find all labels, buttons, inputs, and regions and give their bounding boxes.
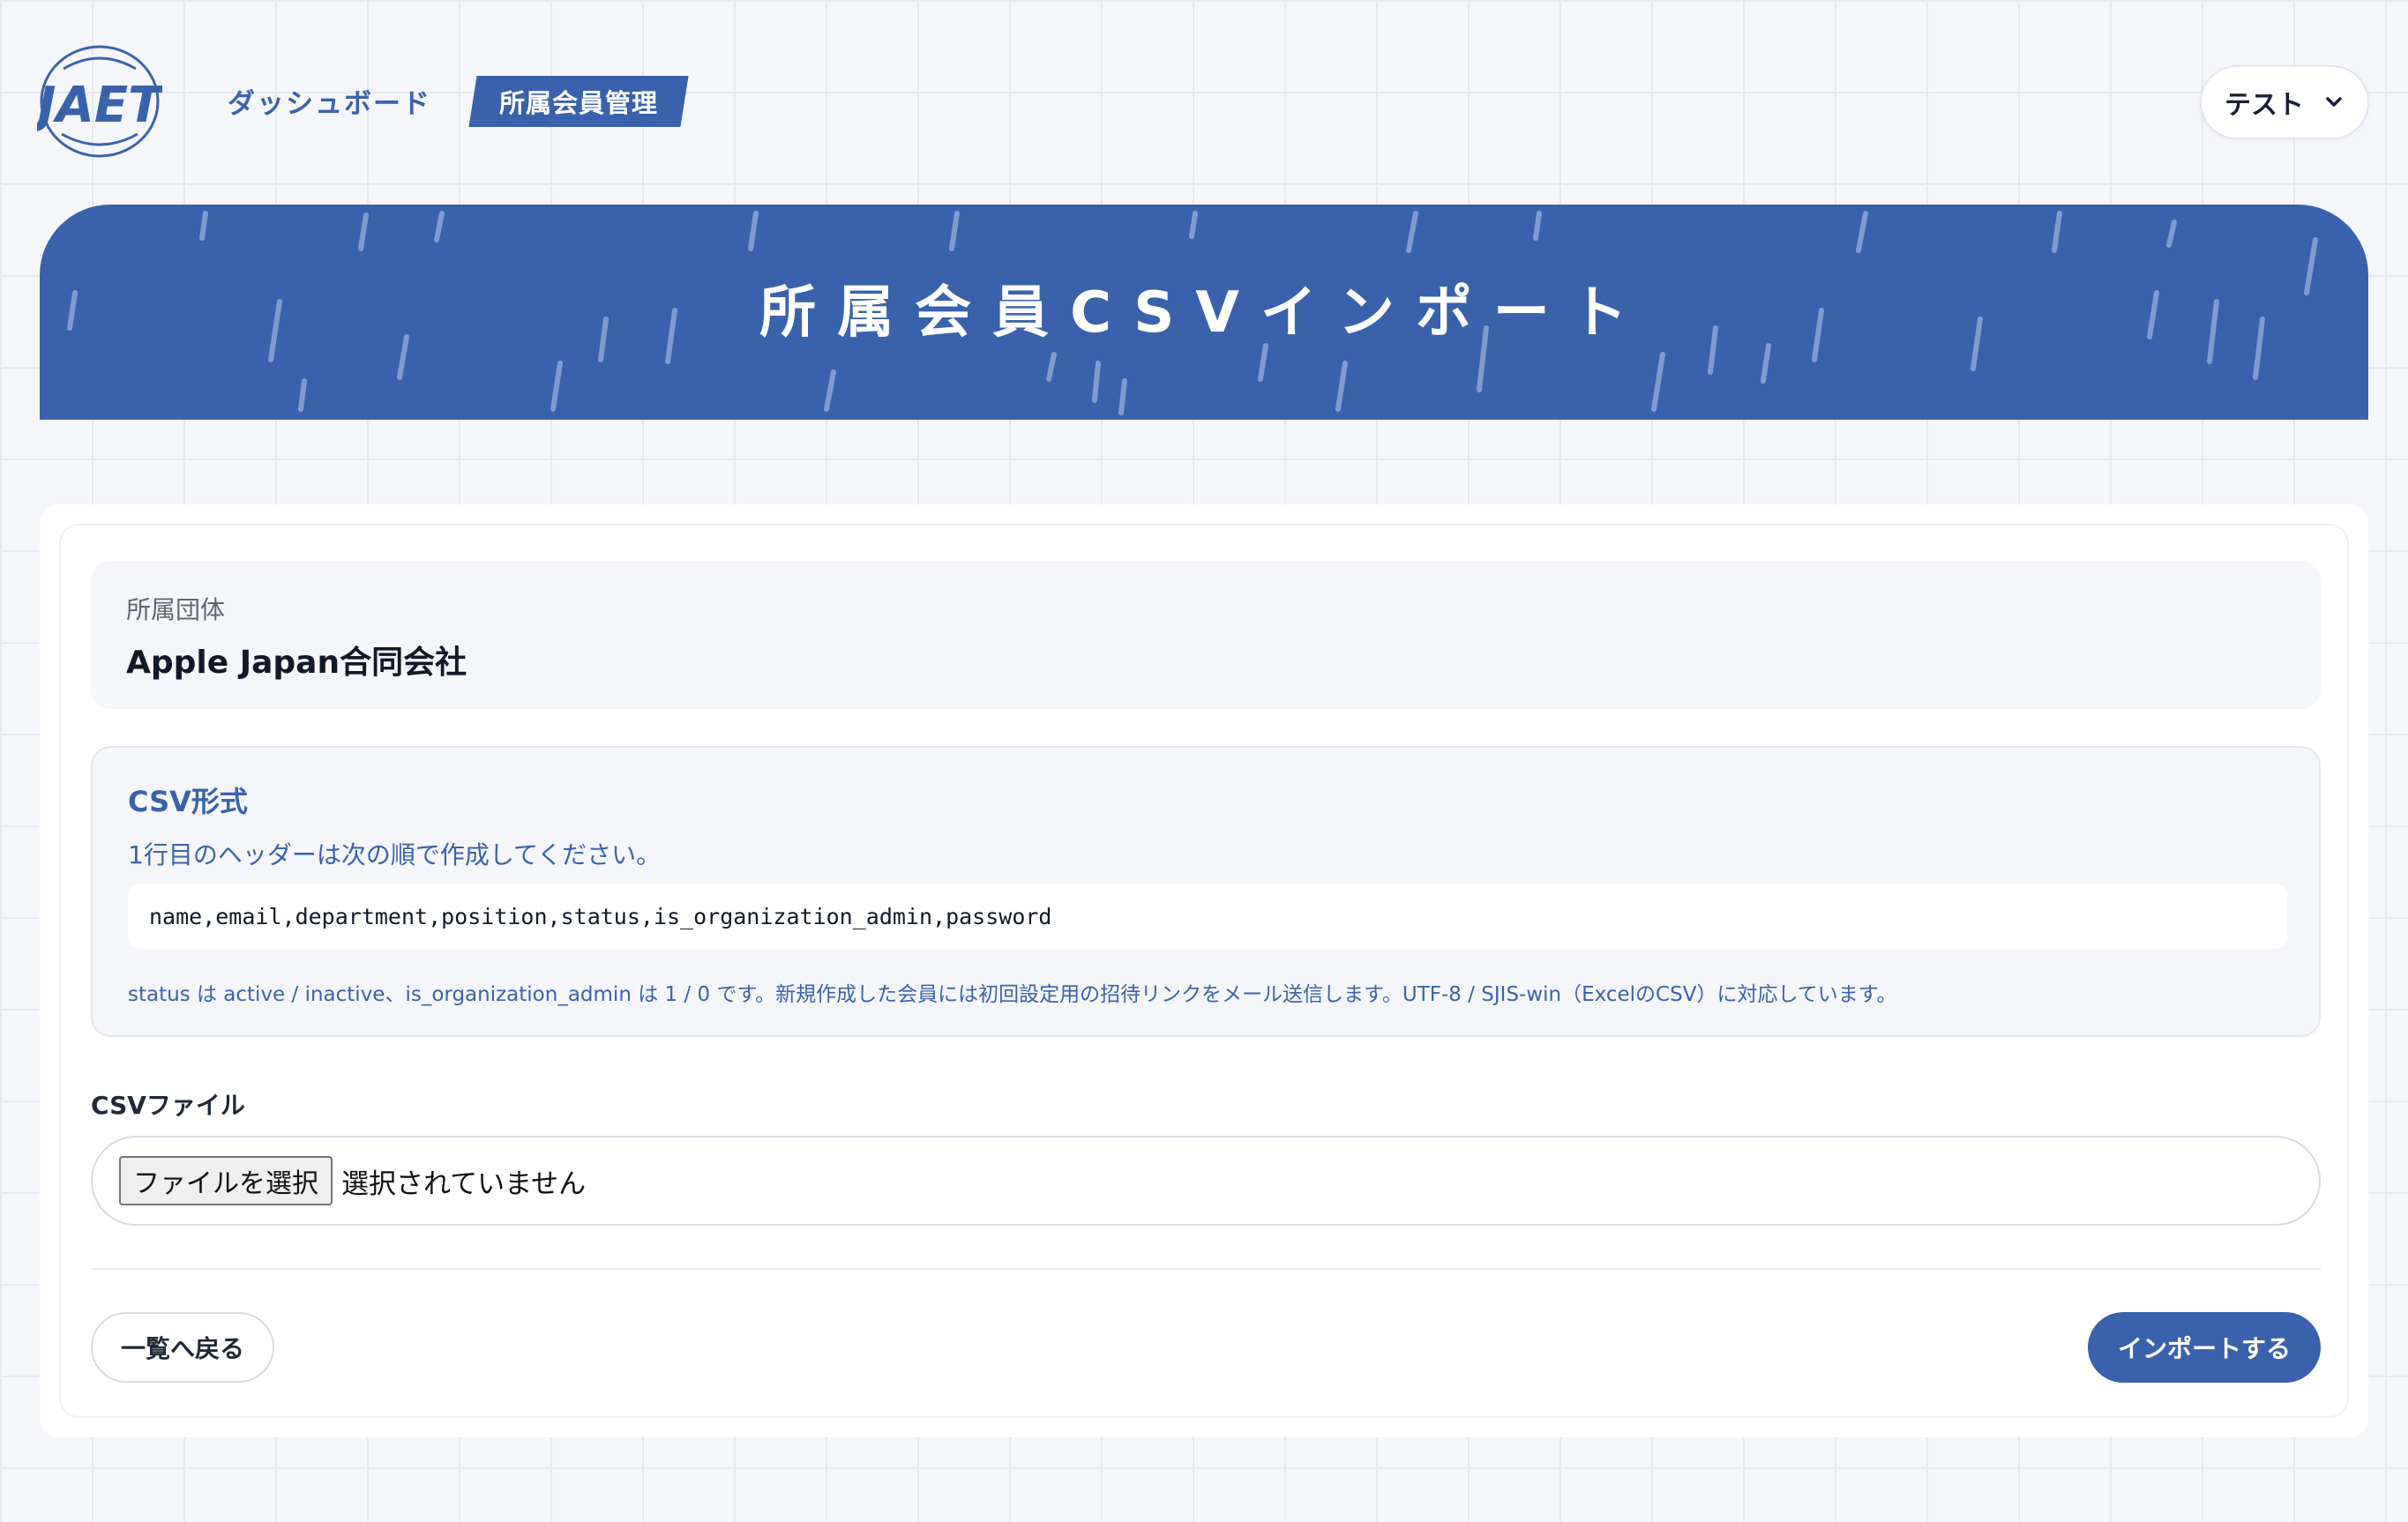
csv-format-title: CSV形式 xyxy=(128,785,248,818)
organization-name: Apple Japan合同会社 xyxy=(126,645,467,681)
import-button[interactable]: インポートする xyxy=(2088,1312,2321,1383)
csv-header-code: name,email,department,position,status,is… xyxy=(128,884,2287,949)
back-to-list-button[interactable]: 一覧へ戻る xyxy=(91,1312,274,1383)
csv-file-input[interactable]: ファイルを選択 選択されていません xyxy=(91,1136,2321,1226)
form-divider xyxy=(91,1268,2321,1270)
jaet-logo[interactable]: JAET xyxy=(37,42,162,160)
top-navigation: JAET ダッシュボード 所属会員管理 テスト xyxy=(0,0,2408,203)
choose-file-button[interactable]: ファイルを選択 xyxy=(119,1156,333,1205)
user-menu-button[interactable]: テスト xyxy=(2200,65,2369,139)
chevron-down-icon xyxy=(2326,97,2342,107)
logo-text: JAET xyxy=(37,77,162,134)
hero-banner: 所属会員CSVインポート xyxy=(40,205,2368,420)
user-name: テスト xyxy=(2225,90,2304,121)
csv-file-label: CSVファイル xyxy=(91,1091,245,1120)
page-title: 所属会員CSVインポート xyxy=(759,280,1649,346)
import-card: 所属団体 Apple Japan合同会社 CSV形式 1行目のヘッダーは次の順で… xyxy=(40,504,2368,1437)
csv-format-description: 1行目のヘッダーは次の順で作成してください。 xyxy=(128,840,662,869)
nav-members-label: 所属会員管理 xyxy=(498,88,658,118)
csv-format-note: status は active / inactive、is_organizati… xyxy=(128,983,1897,1006)
csv-format-panel: CSV形式 1行目のヘッダーは次の順で作成してください。 name,email,… xyxy=(91,746,2321,1037)
organization-label: 所属団体 xyxy=(126,595,226,624)
file-status-text: 選択されていません xyxy=(341,1168,587,1200)
organization-panel: 所属団体 Apple Japan合同会社 xyxy=(91,561,2321,709)
import-form: 所属団体 Apple Japan合同会社 CSV形式 1行目のヘッダーは次の順で… xyxy=(59,524,2349,1418)
nav-dashboard-link[interactable]: ダッシュボード xyxy=(228,81,431,121)
nav-members-link[interactable]: 所属会員管理 xyxy=(468,76,689,127)
